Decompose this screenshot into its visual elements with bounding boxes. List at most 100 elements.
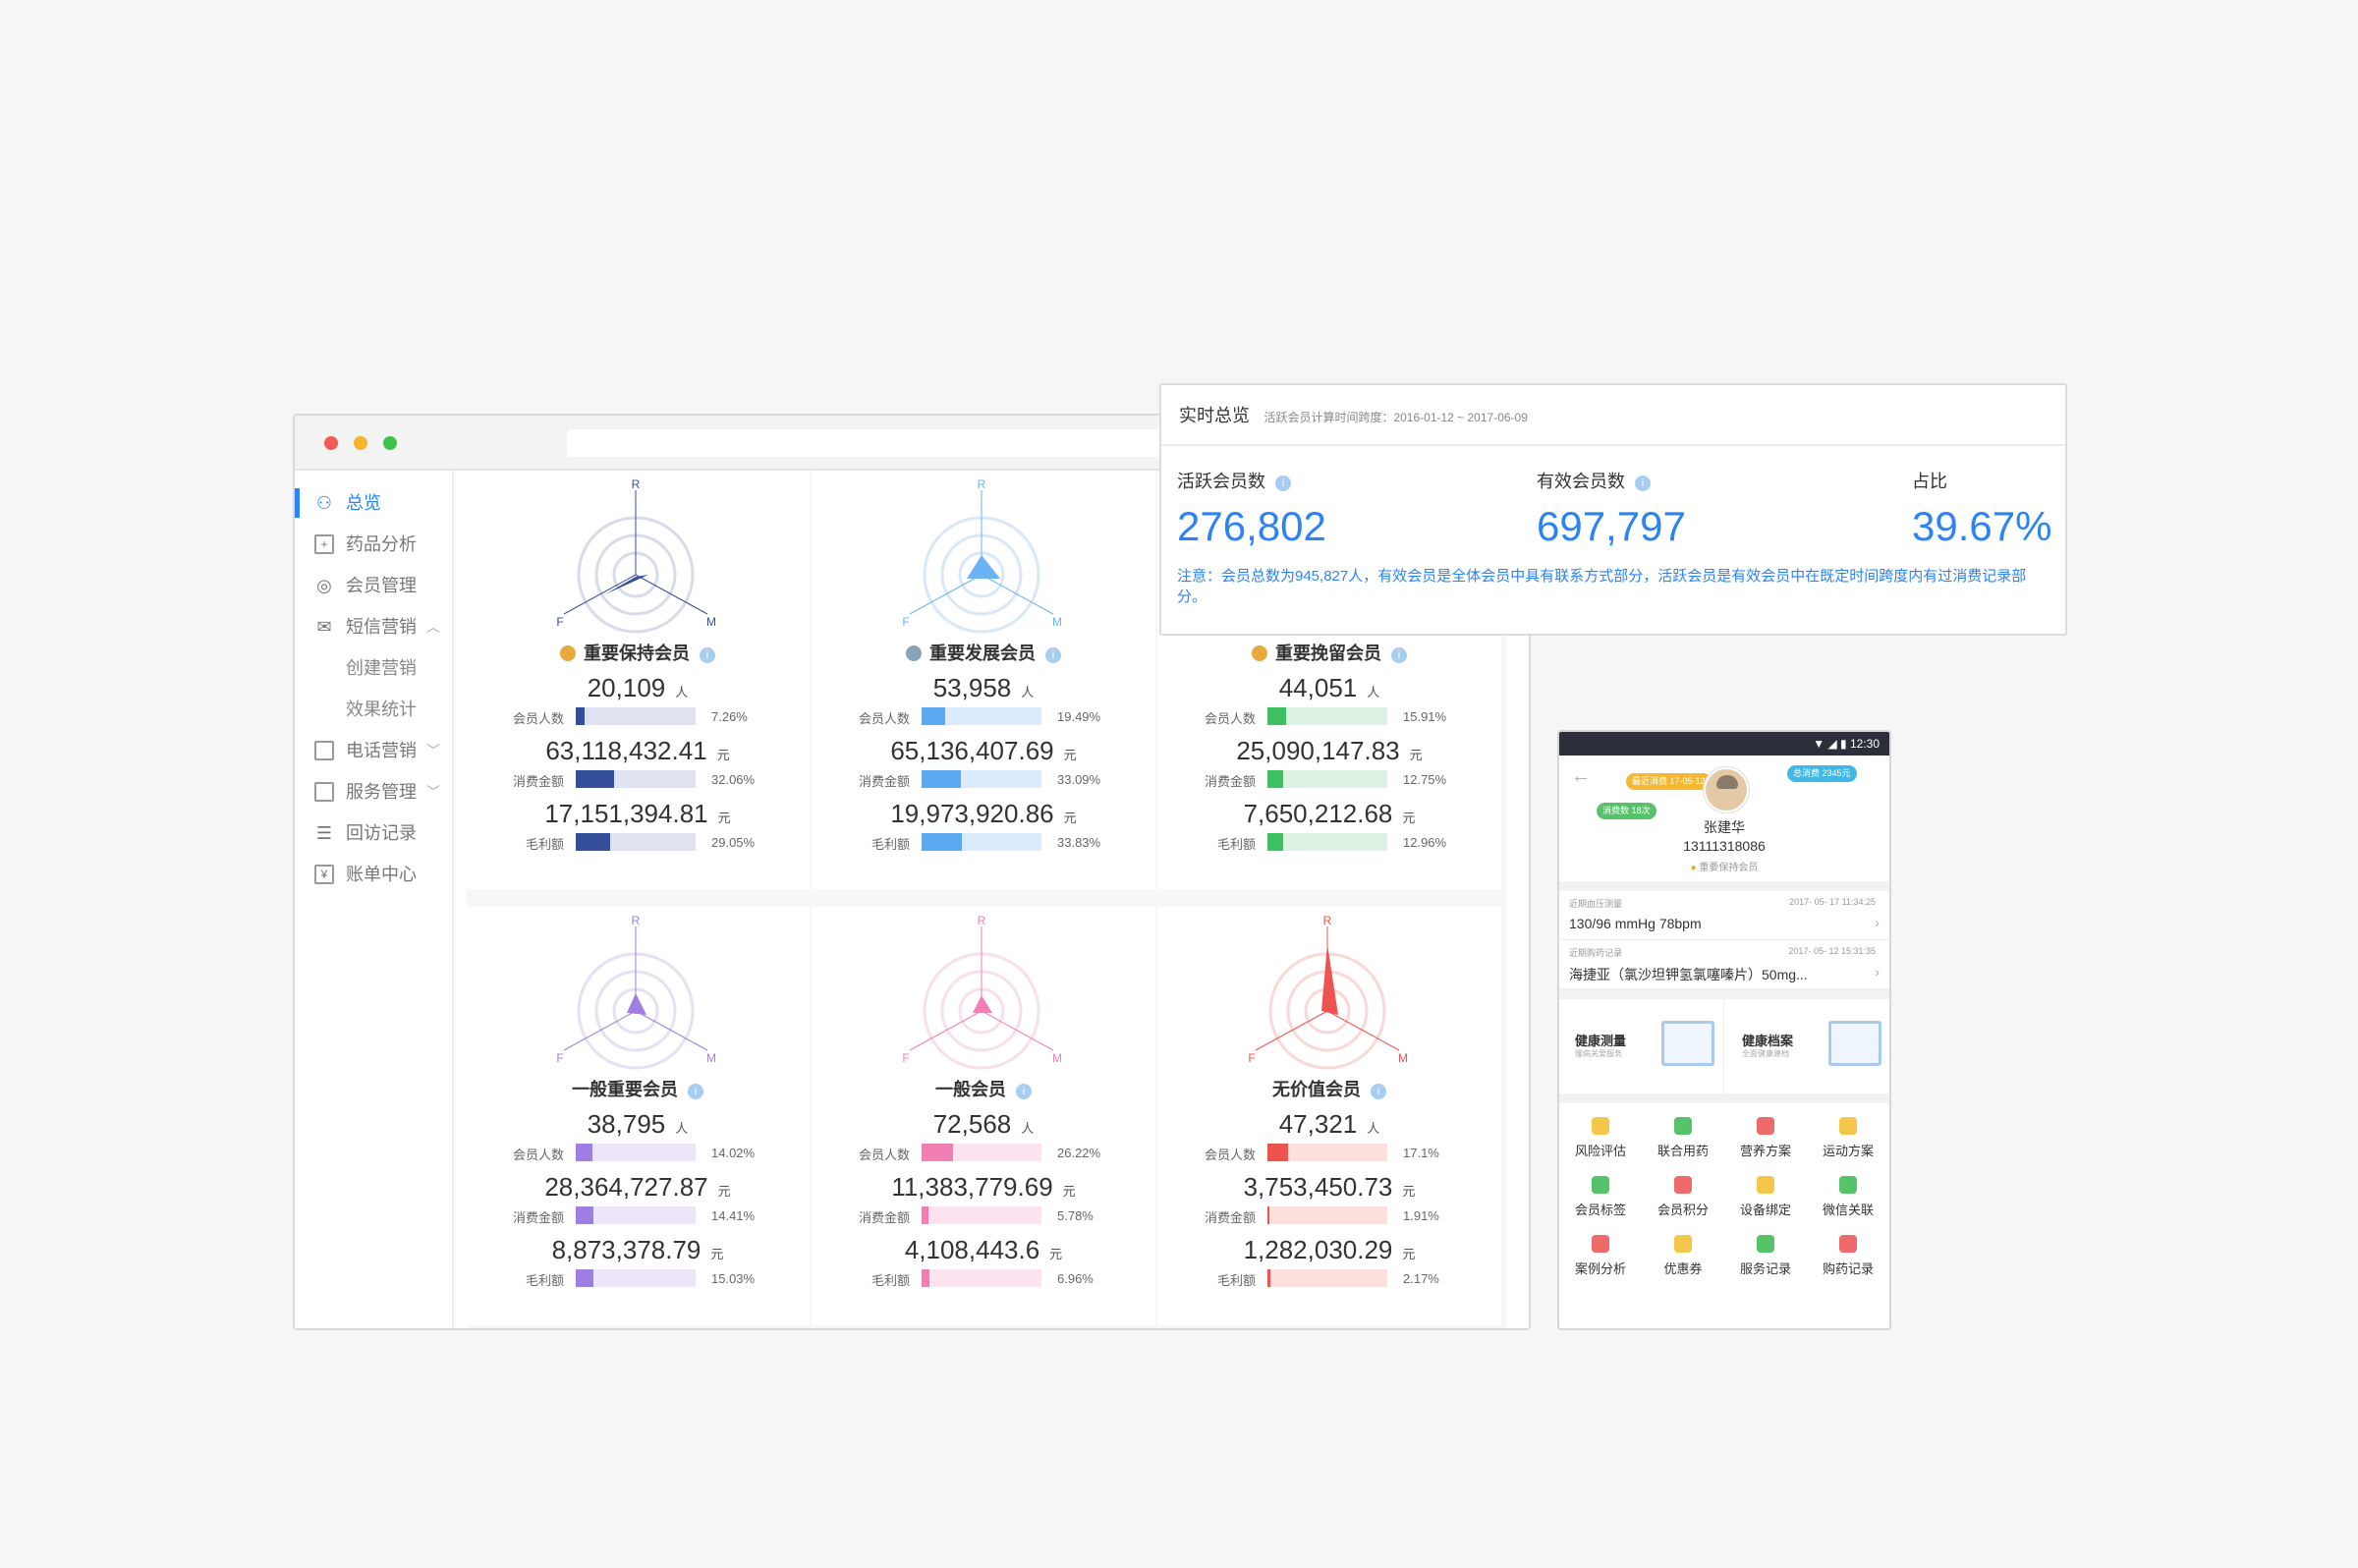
sidebar-item-medicine[interactable]: + 药品分析 bbox=[295, 524, 452, 565]
segment-card: R F M 重要发展会员 i 53,958 人 会员人数 19.49% 65,136… bbox=[812, 471, 1155, 889]
info-icon[interactable]: i bbox=[1016, 1084, 1032, 1099]
service-icon bbox=[314, 782, 334, 802]
sidebar-item-member[interactable]: ◎ 会员管理 bbox=[295, 565, 452, 606]
unit-label: 元 bbox=[1409, 748, 1423, 762]
gross-profit-label: 毛利额 bbox=[870, 1273, 910, 1288]
member-count-label: 会员人数 bbox=[512, 711, 564, 726]
function-item[interactable]: 案例分析 bbox=[1559, 1231, 1642, 1288]
sidebar-item-sms[interactable]: ✉ 短信营销 ︿ bbox=[295, 606, 452, 647]
function-item[interactable]: 运动方案 bbox=[1807, 1113, 1889, 1170]
member-count-bar bbox=[576, 707, 696, 725]
segment-name: 重要发展会员 bbox=[929, 644, 1036, 663]
bar-fill bbox=[922, 1144, 953, 1161]
spend-amount-percent: 5.78% bbox=[1057, 1208, 1094, 1223]
gross-profit-percent: 2.17% bbox=[1403, 1271, 1439, 1286]
member-name: 张建华 bbox=[1704, 819, 1745, 835]
health-cards: 健康测量 慢病关爱服务 健康档案 全面健康建档 bbox=[1559, 999, 1889, 1093]
valid-members-stat: 有效会员数 i 697,797 bbox=[1537, 468, 1686, 550]
radar-axis-label-f: F bbox=[1248, 1051, 1255, 1065]
function-item[interactable]: 设备绑定 bbox=[1724, 1172, 1807, 1229]
unit-label: 元 bbox=[1063, 748, 1077, 762]
health-record-card[interactable]: 健康档案 全面健康建档 bbox=[1726, 999, 1889, 1093]
bar-fill bbox=[922, 1206, 929, 1224]
bp-date: 2017- 05- 17 11:34:25 bbox=[1789, 897, 1876, 907]
info-icon[interactable]: i bbox=[700, 647, 715, 663]
function-icon bbox=[1592, 1117, 1609, 1135]
function-item[interactable]: 服务记录 bbox=[1724, 1231, 1807, 1288]
radar-axis-label-r: R bbox=[632, 477, 641, 491]
card-subtitle: 慢病关爱服务 bbox=[1575, 1049, 1622, 1058]
bar-fill bbox=[922, 707, 945, 725]
sidebar-item-label: 短信营销 bbox=[346, 617, 417, 637]
member-count-value: 47,321 bbox=[1278, 1109, 1358, 1139]
address-bar[interactable] bbox=[567, 429, 1255, 457]
document-icon bbox=[1828, 1021, 1881, 1066]
member-count-percent: 19.49% bbox=[1057, 709, 1101, 724]
chevron-down-icon: ﹀ bbox=[426, 743, 440, 758]
sidebar-item-record[interactable]: ☰ 回访记录 bbox=[295, 812, 452, 854]
function-item[interactable]: 购药记录 bbox=[1807, 1231, 1889, 1288]
unit-label: 元 bbox=[717, 1184, 731, 1199]
bar-fill bbox=[1267, 1269, 1270, 1287]
function-item[interactable]: 联合用药 bbox=[1642, 1113, 1724, 1170]
info-icon[interactable]: i bbox=[688, 1084, 703, 1099]
medicine-value: 海捷亚（氯沙坦钾氢氯噻嗪片）50mg... bbox=[1569, 967, 1808, 982]
sidebar-subitem-stats[interactable]: 效果统计 bbox=[295, 689, 452, 730]
sidebar-item-service[interactable]: 服务管理 ﹀ bbox=[295, 771, 452, 812]
sidebar-item-label: 回访记录 bbox=[346, 823, 417, 843]
sidebar-subitem-create[interactable]: 创建营销 bbox=[295, 647, 452, 689]
function-icon bbox=[1839, 1235, 1857, 1253]
spend-amount-value: 25,090,147.83 bbox=[1236, 736, 1400, 765]
unit-label: 人 bbox=[1021, 1121, 1035, 1136]
medal-icon bbox=[906, 645, 922, 661]
gross-profit-bar bbox=[922, 833, 1041, 851]
card-title: 健康档案 bbox=[1742, 1034, 1794, 1048]
segment-name: 重要挽留会员 bbox=[1275, 644, 1381, 663]
function-item[interactable]: 营养方案 bbox=[1724, 1113, 1807, 1170]
info-icon[interactable]: i bbox=[1371, 1084, 1386, 1099]
total-spend-badge: 总消费 2345元 bbox=[1787, 765, 1857, 782]
health-measure-card[interactable]: 健康测量 慢病关爱服务 bbox=[1559, 999, 1724, 1093]
info-icon[interactable]: i bbox=[1391, 647, 1407, 663]
radar-area bbox=[973, 995, 992, 1013]
bp-value: 130/96 mmHg 78bpm bbox=[1569, 916, 1702, 931]
sidebar-item-label: 会员管理 bbox=[346, 576, 417, 595]
segment-title: 重要挽留会员 i bbox=[1157, 640, 1501, 665]
member-count-value: 53,958 bbox=[932, 673, 1012, 702]
sidebar-item-bill[interactable]: ¥ 账单中心 bbox=[295, 854, 452, 895]
unit-label: 元 bbox=[716, 748, 730, 762]
radar-area bbox=[627, 993, 646, 1015]
bar-fill bbox=[1267, 833, 1283, 851]
chevron-up-icon: ︿ bbox=[426, 619, 440, 635]
spend-amount-percent: 1.91% bbox=[1403, 1208, 1439, 1223]
bar-fill bbox=[1267, 1206, 1270, 1224]
minimize-window-button[interactable] bbox=[354, 436, 367, 450]
function-item[interactable]: 优惠券 bbox=[1642, 1231, 1724, 1288]
function-item[interactable]: 会员标签 bbox=[1559, 1172, 1642, 1229]
maximize-window-button[interactable] bbox=[383, 436, 397, 450]
back-arrow-icon[interactable]: ← bbox=[1571, 765, 1591, 788]
info-icon[interactable]: i bbox=[1275, 476, 1291, 491]
info-icon[interactable]: i bbox=[1635, 476, 1651, 491]
segment-card: R F M 一般重要会员 i 38,795 人 会员人数 14.02% 28,364… bbox=[466, 907, 810, 1325]
sidebar-item-phone[interactable]: 电话营销 ﹀ bbox=[295, 730, 452, 771]
spend-amount-value: 11,383,779.69 bbox=[891, 1172, 1053, 1202]
close-window-button[interactable] bbox=[324, 436, 338, 450]
sidebar-item-overview[interactable]: ⚇ 总览 bbox=[295, 482, 452, 524]
spend-amount-label: 消费金额 bbox=[858, 774, 910, 789]
spend-amount-value: 63,118,432.41 bbox=[545, 736, 707, 765]
medicine-record-row[interactable]: 近期购药记录 2017- 05- 12 15:31:35 海捷亚（氯沙坦钾氢氯噻… bbox=[1559, 940, 1889, 989]
info-icon[interactable]: i bbox=[1045, 647, 1061, 663]
active-members-stat: 活跃会员数 i 276,802 bbox=[1177, 468, 1326, 550]
sidebar-item-label: 药品分析 bbox=[346, 534, 417, 554]
function-item[interactable]: 会员积分 bbox=[1642, 1172, 1724, 1229]
radar-axis-label-r: R bbox=[1323, 914, 1332, 927]
function-item[interactable]: 风险评估 bbox=[1559, 1113, 1642, 1170]
function-icon bbox=[1674, 1235, 1692, 1253]
bp-record-row[interactable]: 近期血压测量 2017- 05- 17 11:34:25 130/96 mmHg… bbox=[1559, 891, 1889, 940]
sidebar-item-label: 总览 bbox=[346, 493, 381, 513]
segment-title: 重要发展会员 i bbox=[812, 640, 1155, 665]
function-item[interactable]: 微信关联 bbox=[1807, 1172, 1889, 1229]
function-grid: 风险评估 联合用药 营养方案 运动方案会员标签 会员积分 设备绑定 微信关联案例分析 优惠券 服… bbox=[1559, 1103, 1889, 1290]
segment-title: 一般重要会员 i bbox=[466, 1076, 810, 1101]
